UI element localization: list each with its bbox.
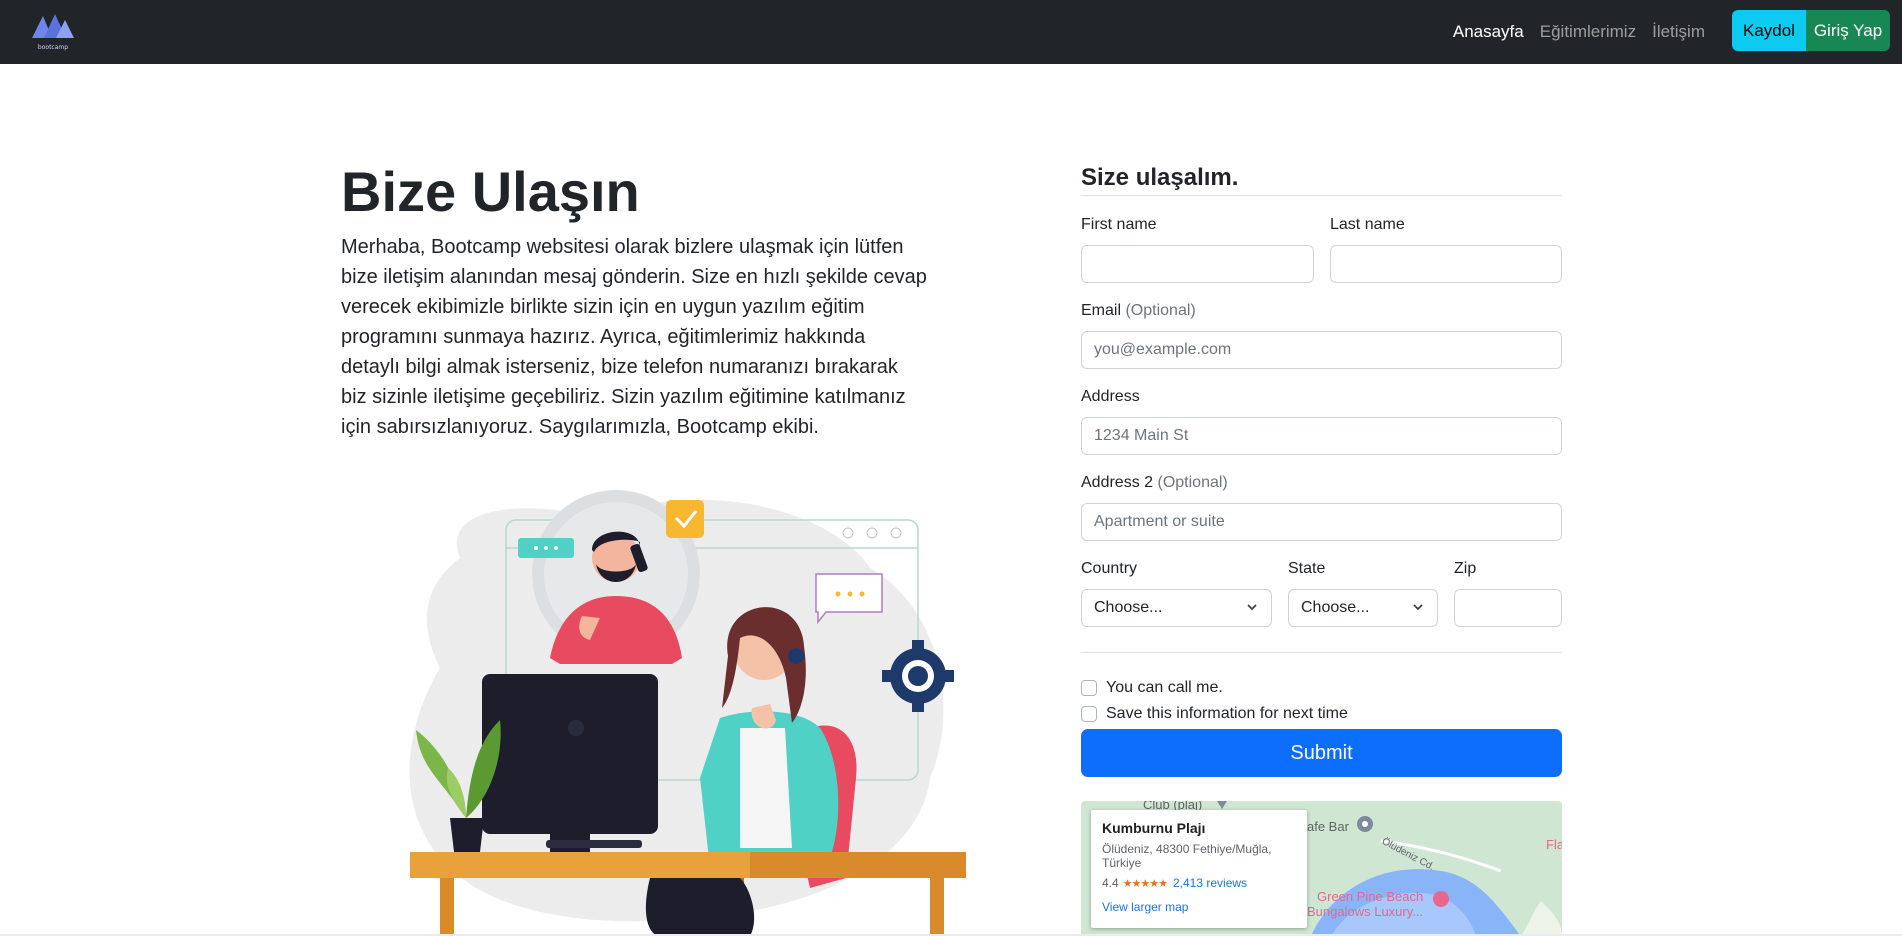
email-label-text: Email bbox=[1081, 302, 1122, 319]
nav-link-contact[interactable]: İletişim bbox=[1652, 22, 1705, 42]
first-name-input[interactable] bbox=[1081, 245, 1314, 283]
checkbox-box[interactable] bbox=[1081, 680, 1097, 696]
checkbox-box[interactable] bbox=[1081, 706, 1097, 722]
last-name-input[interactable] bbox=[1330, 245, 1562, 283]
address2-label-text: Address 2 bbox=[1081, 474, 1154, 491]
register-button[interactable]: Kaydol bbox=[1732, 10, 1806, 51]
state-label: State bbox=[1288, 560, 1326, 577]
map-label-edge: Fla bbox=[1546, 837, 1562, 852]
state-selected: Choose... bbox=[1301, 599, 1370, 616]
first-name-label: First name bbox=[1081, 216, 1157, 233]
state-select[interactable]: Choose... bbox=[1288, 589, 1438, 627]
view-larger-map-link[interactable]: View larger map bbox=[1102, 900, 1296, 914]
address2-input[interactable]: Apartment or suite bbox=[1081, 503, 1562, 541]
map-label-hotel-2: Bungalows Luxury... bbox=[1307, 904, 1424, 919]
intro-paragraph: Merhaba, Bootcamp websitesi olarak bizle… bbox=[341, 236, 927, 438]
country-select[interactable]: Choose... bbox=[1081, 589, 1272, 627]
form-heading: Size ulaşalım. bbox=[1081, 164, 1239, 191]
customer-support-illustration bbox=[409, 490, 966, 936]
nav-link-courses[interactable]: Eğitimlerimiz bbox=[1540, 22, 1636, 42]
zip-input[interactable] bbox=[1454, 589, 1562, 627]
form-divider bbox=[1081, 195, 1562, 196]
map-label-cafe: afe Bar bbox=[1307, 819, 1349, 834]
brand-logo-text: bootcamp bbox=[38, 44, 68, 51]
email-optional-text: (Optional) bbox=[1125, 302, 1196, 319]
zip-label: Zip bbox=[1454, 560, 1477, 577]
email-label: Email (Optional) bbox=[1081, 302, 1196, 320]
email-input[interactable]: you@example.com bbox=[1081, 331, 1562, 369]
place-address-line1: Ölüdeniz, 48300 Fethiye/Muğla, bbox=[1102, 842, 1272, 856]
rating-value: 4.4 bbox=[1102, 876, 1119, 890]
brand-logo[interactable]: bootcamp bbox=[30, 8, 76, 54]
page-title: Bize Ulaşın bbox=[341, 160, 640, 223]
embedded-map[interactable]: Club (plaj) afe Bar Ölüdeniz Cd. Green P… bbox=[1081, 801, 1562, 936]
login-button[interactable]: Giriş Yap bbox=[1806, 10, 1890, 51]
place-address-line2: Türkiye bbox=[1102, 856, 1142, 870]
place-address: Ölüdeniz, 48300 Fethiye/Muğla, Türkiye bbox=[1102, 842, 1296, 870]
country-label: Country bbox=[1081, 560, 1138, 577]
address-label: Address bbox=[1081, 388, 1140, 405]
call-me-checkbox[interactable]: You can call me. bbox=[1081, 679, 1223, 697]
star-icons: ★★★★★ bbox=[1122, 877, 1168, 890]
address2-label: Address 2 (Optional) bbox=[1081, 474, 1228, 492]
map-place-card: Kumburnu Plajı Ölüdeniz, 48300 Fethiye/M… bbox=[1091, 810, 1307, 928]
last-name-label: Last name bbox=[1330, 216, 1405, 233]
map-label-hotel-1: Green Pine Beach bbox=[1317, 889, 1424, 904]
submit-button[interactable]: Submit bbox=[1081, 729, 1562, 777]
country-selected: Choose... bbox=[1094, 599, 1163, 616]
save-info-checkbox[interactable]: Save this information for next time bbox=[1081, 705, 1348, 723]
navbar: bootcamp Anasayfa Eğitimlerimiz İletişim… bbox=[0, 0, 1902, 64]
form-divider-2 bbox=[1081, 652, 1562, 653]
place-rating: 4.4 ★★★★★ 2,413 reviews bbox=[1102, 876, 1296, 890]
call-me-label: You can call me. bbox=[1106, 679, 1223, 696]
address-input[interactable]: 1234 Main St bbox=[1081, 417, 1562, 455]
nav-link-home[interactable]: Anasayfa bbox=[1453, 22, 1524, 42]
address2-optional-text: (Optional) bbox=[1157, 474, 1228, 491]
reviews-link[interactable]: 2,413 reviews bbox=[1173, 876, 1247, 890]
nav-links: Anasayfa Eğitimlerimiz İletişim bbox=[1437, 0, 1705, 64]
place-name: Kumburnu Plajı bbox=[1102, 820, 1206, 836]
chevron-down-icon bbox=[1247, 604, 1257, 611]
save-info-label: Save this information for next time bbox=[1106, 705, 1348, 722]
chevron-down-icon bbox=[1413, 604, 1423, 611]
